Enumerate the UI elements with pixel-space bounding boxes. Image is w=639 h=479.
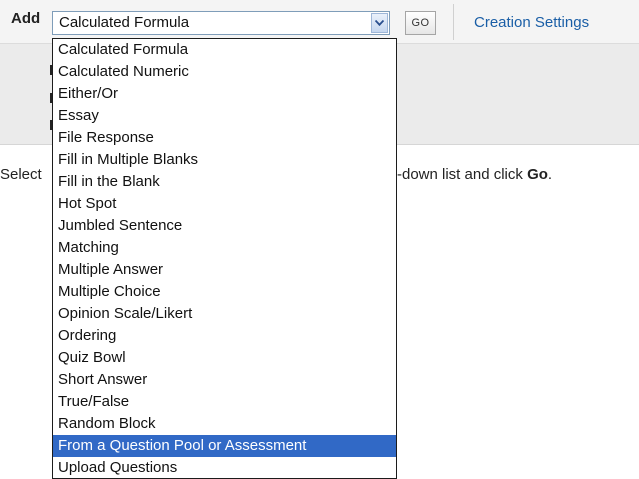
dropdown-option[interactable]: Jumbled Sentence xyxy=(53,215,396,237)
instruction-text-end: -down list and click Go. xyxy=(397,166,552,183)
chevron-down-icon xyxy=(375,20,384,26)
dropdown-option[interactable]: Fill in the Blank xyxy=(53,171,396,193)
dropdown-option[interactable]: Upload Questions xyxy=(53,457,396,478)
question-type-select[interactable]: Calculated Formula xyxy=(52,11,390,35)
go-button[interactable]: GO xyxy=(405,11,436,35)
dropdown-arrow-button[interactable] xyxy=(371,13,388,33)
dropdown-option[interactable]: Matching xyxy=(53,237,396,259)
dropdown-option[interactable]: Hot Spot xyxy=(53,193,396,215)
creation-settings-link[interactable]: Creation Settings xyxy=(474,14,589,31)
dropdown-option[interactable]: Opinion Scale/Likert xyxy=(53,303,396,325)
question-type-selected-value: Calculated Formula xyxy=(59,14,190,31)
dropdown-option[interactable]: File Response xyxy=(53,127,396,149)
dropdown-option[interactable]: From a Question Pool or Assessment xyxy=(53,435,396,457)
toolbar-divider xyxy=(453,4,454,40)
dropdown-option[interactable]: Essay xyxy=(53,105,396,127)
question-type-dropdown-list: Calculated Formula Calculated Numeric Eith… xyxy=(52,38,397,479)
dropdown-option[interactable]: Multiple Answer xyxy=(53,259,396,281)
dropdown-option[interactable]: Multiple Choice xyxy=(53,281,396,303)
instruction-text-period: . xyxy=(547,166,553,183)
dropdown-option[interactable]: True/False xyxy=(53,391,396,413)
dropdown-option[interactable]: Either/Or xyxy=(53,83,396,105)
instruction-text-start: Select xyxy=(0,166,42,183)
dropdown-option[interactable]: Fill in Multiple Blanks xyxy=(53,149,396,171)
dropdown-option[interactable]: Calculated Numeric xyxy=(53,61,396,83)
dropdown-option[interactable]: Short Answer xyxy=(53,369,396,391)
dropdown-option[interactable]: Random Block xyxy=(53,413,396,435)
instruction-text-middle: -down list and click xyxy=(397,166,528,183)
instruction-go-keyword: Go xyxy=(527,166,548,183)
dropdown-option[interactable]: Calculated Formula xyxy=(53,39,396,61)
dropdown-option[interactable]: Quiz Bowl xyxy=(53,347,396,369)
dropdown-option[interactable]: Ordering xyxy=(53,325,396,347)
add-label: Add xyxy=(11,10,41,27)
